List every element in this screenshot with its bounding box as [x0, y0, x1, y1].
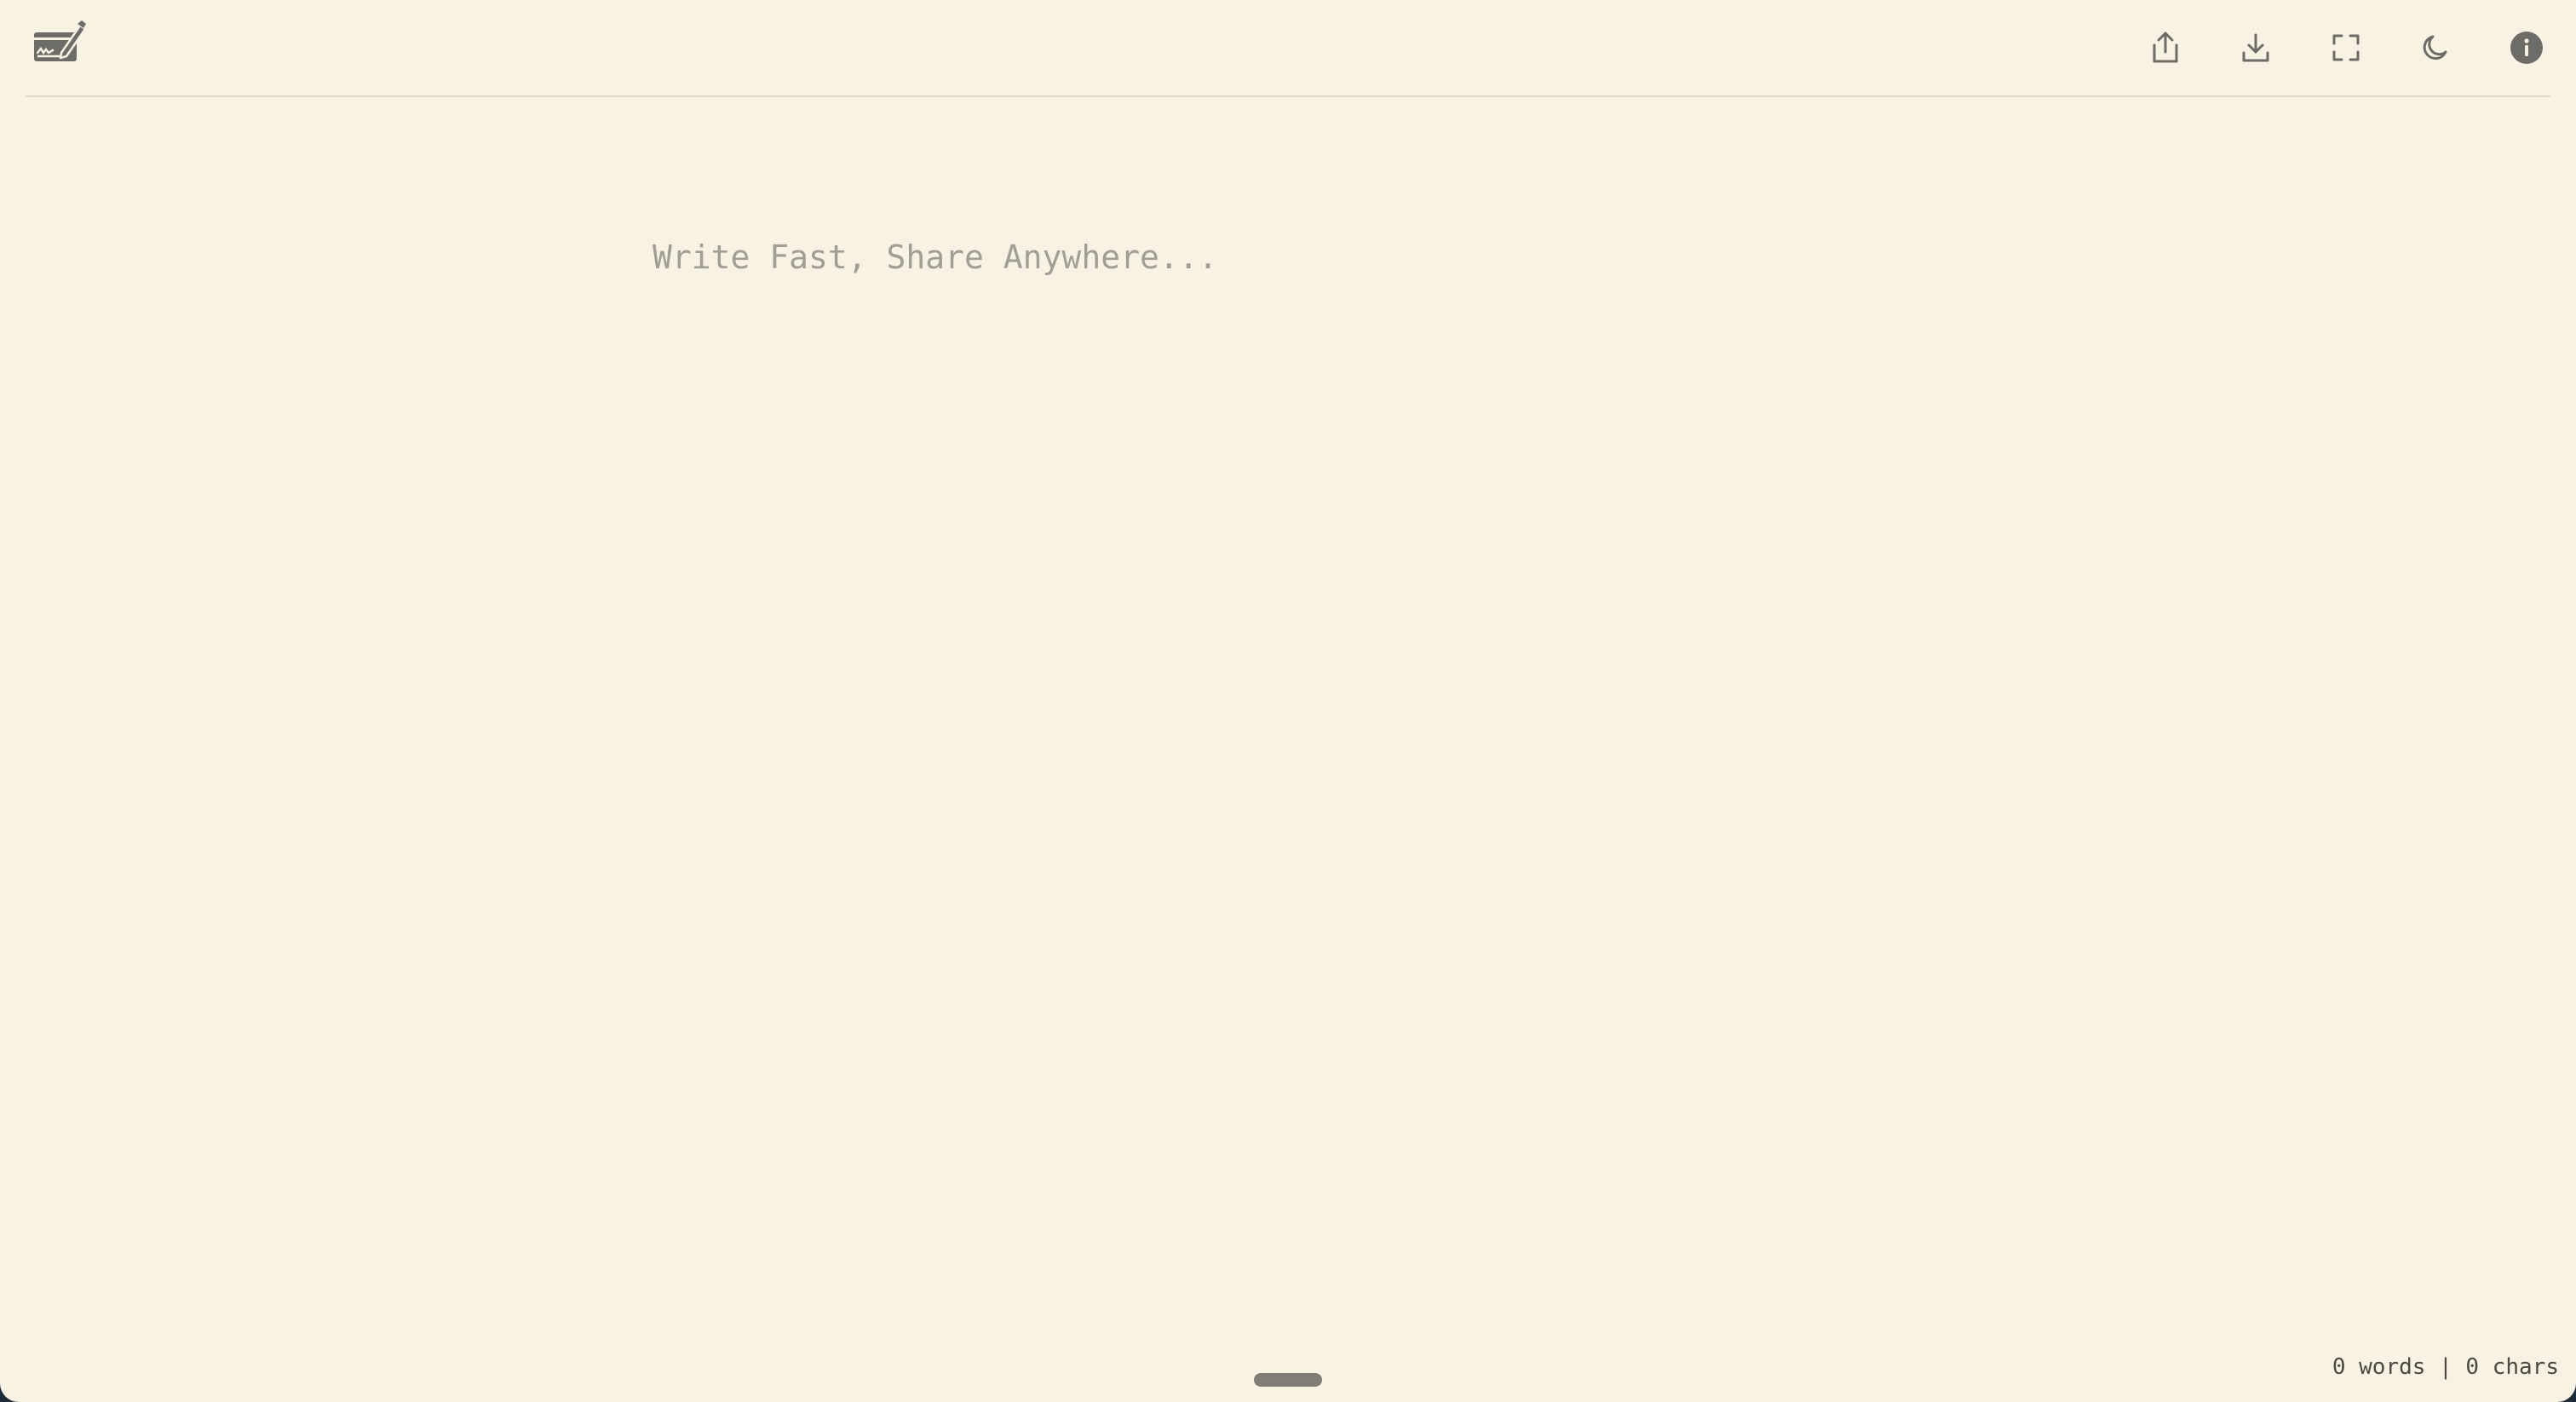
word-count-label: words — [2359, 1354, 2426, 1380]
editor-container — [653, 232, 1923, 1322]
char-count: 0 — [2465, 1354, 2480, 1380]
moon-icon — [2422, 33, 2451, 62]
toolbar — [2099, 24, 2550, 72]
download-button[interactable] — [2232, 24, 2280, 72]
dark-mode-button[interactable] — [2412, 24, 2460, 72]
char-count-label: chars — [2492, 1354, 2559, 1380]
share-button[interactable] — [2142, 24, 2189, 72]
fullscreen-button[interactable] — [2322, 24, 2370, 72]
download-icon — [2240, 32, 2271, 63]
editor-textarea[interactable] — [653, 232, 1923, 1322]
app-window: 0 words | 0 chars — [0, 0, 2576, 1402]
note-signature-icon[interactable] — [32, 20, 87, 65]
counter-separator: | — [2439, 1354, 2452, 1380]
info-icon — [2510, 31, 2544, 65]
share-icon — [2151, 32, 2180, 64]
info-button[interactable] — [2503, 24, 2550, 72]
word-count: 0 — [2332, 1354, 2346, 1380]
drag-handle[interactable] — [1254, 1373, 1322, 1387]
header-bar — [26, 0, 2550, 97]
word-char-counter: 0 words | 0 chars — [2332, 1354, 2559, 1380]
fullscreen-icon — [2332, 33, 2360, 62]
